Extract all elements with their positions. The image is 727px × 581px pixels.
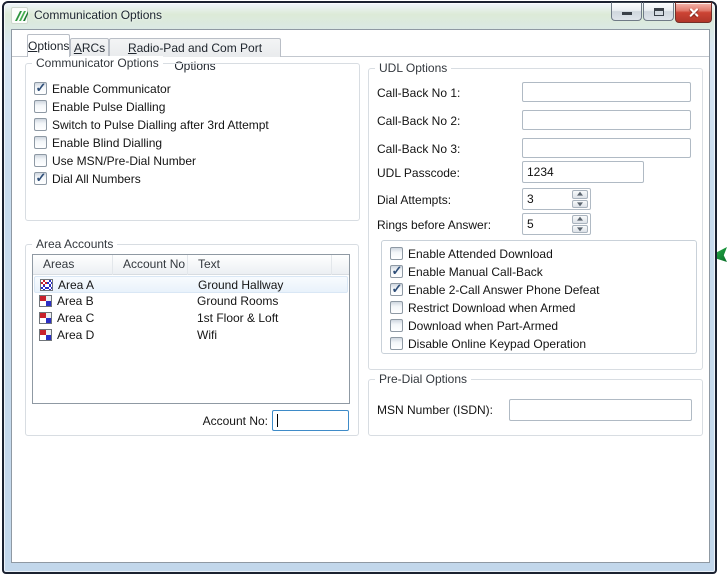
cell-text: Ground Hallway <box>198 278 284 292</box>
area-accounts-list: Areas Account No Text Area A Ground Hall… <box>32 254 350 404</box>
msn-number-input[interactable] <box>509 399 692 421</box>
checkbox-box[interactable] <box>34 80 47 96</box>
cell-area: Area B <box>57 294 94 308</box>
close-icon[interactable] <box>675 2 712 23</box>
account-no-label: Account No: <box>202 414 268 428</box>
group-title: UDL Options <box>375 61 452 75</box>
call-back-1-input[interactable] <box>522 82 691 102</box>
checkbox-label: Enable Blind Dialling <box>52 136 163 150</box>
cell-area: Area A <box>58 278 95 292</box>
column-header-text[interactable]: Text <box>188 255 332 275</box>
checkbox-label: Download when Part-Armed <box>408 319 559 333</box>
group-title: Pre-Dial Options <box>375 372 472 386</box>
spin-up-icon[interactable] <box>572 190 588 199</box>
area-icon <box>40 279 53 291</box>
group-title: Communicator Options <box>32 56 163 70</box>
checkbox-label: Enable Communicator <box>52 82 171 96</box>
checkbox-box[interactable] <box>34 100 47 113</box>
app-green-stripes-icon <box>11 7 28 24</box>
group-udl-options: UDL Options Call-Back No 1: Call-Back No… <box>368 61 703 370</box>
checkbox-box[interactable] <box>390 263 403 279</box>
area-icon <box>39 329 52 341</box>
dial-attempts-spinner <box>572 190 588 208</box>
checkbox-box[interactable] <box>390 319 403 332</box>
column-header-filler <box>332 255 349 275</box>
title-bar[interactable]: Communication Options <box>4 2 715 29</box>
call-back-1-label: Call-Back No 1: <box>377 86 461 100</box>
caption-buttons <box>611 2 712 23</box>
window-title: Communication Options <box>34 8 163 22</box>
checkbox-box[interactable] <box>34 154 47 167</box>
maximize-glyph <box>654 8 664 16</box>
area-icon <box>39 295 52 307</box>
spin-down-icon[interactable] <box>572 199 588 208</box>
minimize-icon[interactable] <box>611 2 642 21</box>
rings-before-answer-spinner <box>572 215 588 233</box>
table-row[interactable]: Area A Ground Hallway <box>34 276 348 293</box>
cell-area: Area D <box>57 328 95 342</box>
checkbox-label: Switch to Pulse Dialling after 3rd Attem… <box>52 118 269 132</box>
cell-area: Area C <box>57 311 95 325</box>
checkbox-box[interactable] <box>34 118 47 131</box>
area-icon <box>39 312 52 324</box>
checkbox-box[interactable] <box>390 301 403 314</box>
call-back-2-input[interactable] <box>522 110 691 130</box>
rings-before-answer-label: Rings before Answer: <box>377 218 492 232</box>
tab-options[interactable]: Options <box>27 34 70 57</box>
checkbox-label: Enable 2-Call Answer Phone Defeat <box>408 283 600 297</box>
checkbox-box[interactable] <box>390 337 403 350</box>
column-header-account-no[interactable]: Account No <box>113 255 188 275</box>
checkbox-label: Dial All Numbers <box>52 172 141 186</box>
checkbox-label: Enable Attended Download <box>408 247 553 261</box>
udl-passcode-label: UDL Passcode: <box>377 166 460 180</box>
column-header-areas[interactable]: Areas <box>33 255 113 275</box>
call-back-3-input[interactable] <box>522 138 691 158</box>
minimize-glyph <box>622 12 632 15</box>
call-back-2-label: Call-Back No 2: <box>377 114 461 128</box>
checkbox-box[interactable] <box>34 136 47 149</box>
checkbox-box[interactable] <box>390 281 403 297</box>
table-row[interactable]: Area B Ground Rooms <box>34 293 348 310</box>
group-pre-dial-options: Pre-Dial Options MSN Number (ISDN): <box>368 372 703 436</box>
checkbox-label: Use MSN/Pre-Dial Number <box>52 154 197 168</box>
account-no-input[interactable] <box>272 410 349 431</box>
download-options-panel: Enable Attended Download Enable Manual C… <box>381 240 697 354</box>
checkbox-label: Enable Pulse Dialling <box>52 100 166 114</box>
cell-text: Ground Rooms <box>197 294 279 308</box>
cell-text: Wifi <box>197 328 217 342</box>
tab-radio-pad-com-port[interactable]: Radio-Pad and Com Port Options <box>109 38 281 73</box>
spin-up-icon[interactable] <box>572 215 588 224</box>
communication-options-window: Communication Options Options ARCs Radio… <box>2 1 717 574</box>
call-back-3-label: Call-Back No 3: <box>377 142 461 156</box>
dial-attempts-label: Dial Attempts: <box>377 193 452 207</box>
table-row[interactable]: Area C 1st Floor & Loft <box>34 310 348 327</box>
list-header: Areas Account No Text <box>33 255 349 275</box>
close-glyph <box>687 6 700 19</box>
checkbox-label: Restrict Download when Armed <box>408 301 576 315</box>
msn-number-label: MSN Number (ISDN): <box>377 403 494 417</box>
table-row[interactable]: Area D Wifi <box>34 327 348 344</box>
checkbox-box[interactable] <box>34 170 47 186</box>
group-area-accounts: Area Accounts Areas Account No Text Area… <box>25 237 359 436</box>
dialog-client-area: Options ARCs Radio-Pad and Com Port Opti… <box>11 29 710 563</box>
group-title: Area Accounts <box>32 237 118 251</box>
desktop-background: Communication Options Options ARCs Radio… <box>0 0 727 581</box>
group-communicator-options: Communicator Options Enable Communicator… <box>25 56 360 221</box>
udl-passcode-input[interactable] <box>522 161 644 183</box>
checkbox-box[interactable] <box>390 247 403 260</box>
checkbox-label: Enable Manual Call-Back <box>408 265 543 279</box>
maximize-icon[interactable] <box>643 2 674 21</box>
tab-arcs[interactable]: ARCs <box>70 38 109 57</box>
spin-down-icon[interactable] <box>572 224 588 233</box>
checkbox-label: Disable Online Keypad Operation <box>408 337 587 351</box>
cell-text: 1st Floor & Loft <box>197 311 279 325</box>
